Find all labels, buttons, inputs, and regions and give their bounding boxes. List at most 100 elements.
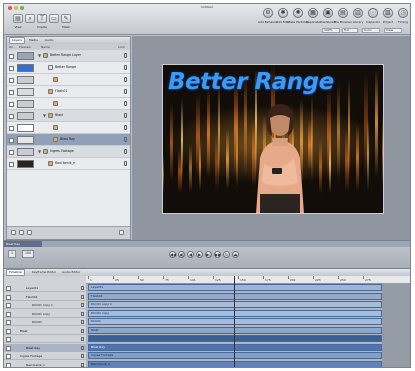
disclosure-triangle-icon[interactable]: ▼ bbox=[38, 149, 41, 154]
layer-visibility-checkbox[interactable] bbox=[9, 114, 14, 119]
timeline-bar[interactable]: Blast Ray bbox=[88, 343, 382, 351]
track-row[interactable]: Dim01 copy bbox=[4, 310, 86, 318]
lock-icon[interactable] bbox=[81, 362, 84, 367]
column-preview[interactable]: Preview bbox=[19, 45, 31, 49]
mask-tool-tool-button[interactable]: ✎ Mask bbox=[58, 11, 74, 31]
transport-button-3[interactable]: ▶ bbox=[196, 251, 203, 258]
lock-icon[interactable] bbox=[81, 328, 84, 333]
track-visibility-checkbox[interactable] bbox=[6, 294, 11, 300]
layer-visibility-checkbox[interactable] bbox=[9, 66, 14, 71]
lock-icon[interactable] bbox=[124, 161, 127, 166]
column-name[interactable]: Name bbox=[41, 45, 50, 49]
add-layer-icon[interactable] bbox=[11, 230, 16, 235]
layer-row[interactable] bbox=[7, 122, 130, 134]
transport-button-4[interactable]: ▶| bbox=[205, 251, 212, 258]
timeline-bar[interactable]: Dim01 copy 1 bbox=[88, 301, 382, 308]
track-row[interactable]: Blast Ray bbox=[4, 343, 86, 352]
timecode-in[interactable]: 1 bbox=[8, 250, 17, 258]
lock-icon[interactable] bbox=[124, 113, 127, 118]
track-visibility-checkbox[interactable] bbox=[6, 303, 11, 308]
playhead[interactable] bbox=[234, 276, 235, 367]
lock-icon[interactable] bbox=[81, 354, 84, 358]
timeline-bar[interactable] bbox=[88, 335, 382, 342]
lock-icon[interactable] bbox=[124, 125, 127, 130]
disclosure-triangle-icon[interactable]: ▼ bbox=[38, 53, 41, 58]
lock-icon[interactable] bbox=[81, 286, 84, 290]
transport-button-1[interactable]: ◀| bbox=[178, 251, 185, 258]
track-visibility-checkbox[interactable] bbox=[6, 345, 11, 351]
track-row[interactable] bbox=[4, 335, 86, 343]
timeline-bar[interactable]: Layer01 bbox=[88, 284, 382, 291]
track-visibility-checkbox[interactable] bbox=[6, 362, 11, 367]
track-visibility-checkbox[interactable] bbox=[6, 286, 11, 291]
timecode-out[interactable]: 100 bbox=[22, 250, 35, 258]
zoom-level-select[interactable]: 100% bbox=[322, 28, 340, 33]
transport-button-7[interactable]: ⏏ bbox=[232, 251, 239, 258]
canvas[interactable]: Better Range bbox=[132, 36, 410, 240]
timeline-bar[interactable]: Dim01 bbox=[88, 318, 382, 325]
tab-audio-editor[interactable]: Audio Editor bbox=[60, 270, 82, 275]
tab-layers[interactable]: Layers bbox=[9, 37, 25, 44]
layer-row[interactable]: ▼ Better Range Layer bbox=[7, 50, 130, 62]
transport-button-5[interactable]: ▶▶ bbox=[214, 251, 221, 258]
lock-icon[interactable] bbox=[81, 294, 84, 299]
column-on[interactable]: On bbox=[9, 45, 13, 49]
disclosure-triangle-icon[interactable]: ▼ bbox=[43, 113, 46, 118]
timeline-bar[interactable]: Dim01 copy bbox=[88, 309, 382, 317]
lock-icon[interactable] bbox=[124, 89, 127, 94]
add-effect-icon[interactable] bbox=[19, 230, 24, 235]
transport-button-6[interactable]: ↻ bbox=[223, 251, 230, 258]
layer-row[interactable] bbox=[7, 98, 130, 110]
layer-row[interactable] bbox=[7, 74, 130, 86]
layer-visibility-checkbox[interactable] bbox=[9, 90, 14, 95]
track-row[interactable]: Dim01 bbox=[4, 318, 86, 326]
track-visibility-checkbox[interactable] bbox=[6, 354, 11, 359]
lock-icon[interactable] bbox=[81, 345, 84, 350]
layer-row[interactable]: ▼ Ingres Footage bbox=[7, 146, 130, 158]
track-visibility-checkbox[interactable] bbox=[6, 311, 11, 317]
lock-icon[interactable] bbox=[81, 320, 84, 324]
layer-visibility-checkbox[interactable] bbox=[9, 162, 14, 167]
layer-visibility-checkbox[interactable] bbox=[9, 78, 14, 83]
layer-visibility-checkbox[interactable] bbox=[9, 102, 14, 107]
track-row[interactable]: Dim01 copy 1 bbox=[4, 301, 86, 309]
column-lock[interactable]: Lock bbox=[118, 45, 125, 49]
transport-button-0[interactable]: ◀◀ bbox=[169, 251, 176, 258]
lock-icon[interactable] bbox=[81, 311, 84, 316]
lock-icon[interactable] bbox=[124, 101, 127, 106]
timeline-bar[interactable]: Flash01 bbox=[88, 292, 382, 300]
lock-icon[interactable] bbox=[124, 149, 127, 154]
layer-visibility-checkbox[interactable] bbox=[9, 126, 14, 131]
track-row[interactable]: Ravi benik_n bbox=[4, 361, 86, 367]
layer-row[interactable]: ▼ Blast bbox=[7, 110, 130, 122]
transport-button-2[interactable]: ◀ bbox=[187, 251, 194, 258]
tab-keyframe-editor[interactable]: Keyframe Editor bbox=[30, 270, 58, 275]
layer-visibility-checkbox[interactable] bbox=[9, 54, 14, 59]
render-quality-select[interactable]: Full bbox=[342, 28, 358, 33]
lock-icon[interactable] bbox=[124, 65, 127, 70]
track-row[interactable]: Blast bbox=[4, 327, 86, 335]
lock-icon[interactable] bbox=[124, 77, 127, 82]
lock-icon[interactable] bbox=[124, 53, 127, 58]
layer-visibility-checkbox[interactable] bbox=[9, 138, 14, 143]
layer-row[interactable]: Flash01 bbox=[7, 86, 130, 98]
track-row[interactable]: Flash01 bbox=[4, 293, 86, 301]
lock-icon[interactable] bbox=[124, 137, 127, 142]
track-visibility-checkbox[interactable] bbox=[6, 337, 11, 342]
lock-icon[interactable] bbox=[81, 303, 84, 307]
layer-row[interactable]: Ravi benik_n bbox=[7, 158, 130, 170]
timeline-bar[interactable]: Ravi benik_n bbox=[88, 360, 382, 367]
view-options-select[interactable]: View bbox=[384, 28, 402, 33]
filter-icon[interactable] bbox=[27, 230, 32, 235]
timeline-bar[interactable]: Blast bbox=[88, 326, 382, 334]
tab-audio[interactable]: Audio bbox=[43, 38, 56, 43]
timeline-area[interactable]: 1 25 50 75 101 125 150 175 201 225 250 275 Layer01 F… bbox=[86, 276, 410, 367]
tab-timeline[interactable]: Timeline bbox=[6, 269, 25, 276]
track-visibility-checkbox[interactable] bbox=[6, 320, 11, 325]
layer-visibility-checkbox[interactable] bbox=[9, 150, 14, 155]
timeline-ruler[interactable]: 1 25 50 75 101 125 150 175 201 225 250 275 bbox=[86, 276, 410, 284]
timeline-bar[interactable]: Ingres Footage bbox=[88, 352, 382, 359]
tab-media[interactable]: Media bbox=[27, 38, 40, 43]
lock-icon[interactable] bbox=[81, 337, 84, 341]
panel-options-icon[interactable] bbox=[119, 230, 124, 235]
